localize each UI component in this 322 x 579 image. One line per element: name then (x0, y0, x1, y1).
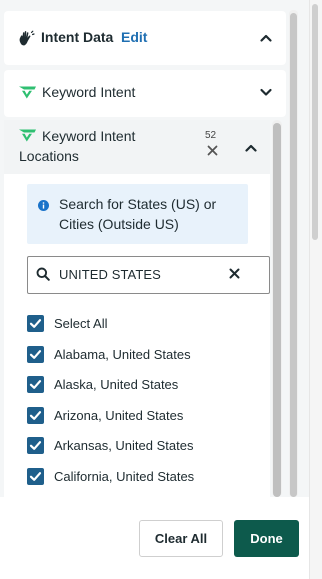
panel-scrollbar-thumb[interactable] (290, 13, 297, 497)
selected-count-badge: 52 (205, 130, 217, 141)
location-list-item[interactable]: California, United States (27, 467, 267, 487)
page-scrollbar-thumb[interactable] (312, 4, 318, 240)
select-all-checkbox-row[interactable]: Select All (27, 314, 267, 334)
location-list-item[interactable]: Arizona, United States (27, 406, 267, 426)
checkbox-checked[interactable] (27, 407, 44, 424)
chevron-up-icon[interactable] (258, 30, 274, 46)
locations-title: Keyword Intent (42, 128, 136, 144)
checkbox-checked[interactable] (27, 346, 44, 363)
info-icon (38, 200, 49, 211)
close-icon[interactable] (207, 145, 218, 156)
checkbox-label: Arizona, United States (54, 408, 184, 423)
chevron-up-icon[interactable] (243, 140, 259, 156)
checkmark-icon (29, 472, 42, 481)
intent-data-title: Intent Data (41, 29, 114, 45)
checkmark-icon (29, 350, 42, 359)
checkbox-checked[interactable] (27, 437, 44, 454)
checkmark-icon (29, 441, 42, 450)
chevron-down-icon[interactable] (258, 84, 274, 100)
checkbox-checked[interactable] (27, 315, 44, 332)
brand-check-icon (19, 86, 36, 99)
checkbox-label: Alaska, United States (54, 377, 179, 392)
checkmark-icon (29, 411, 42, 420)
locations-title-line2: Locations (19, 148, 79, 164)
search-icon (36, 267, 50, 281)
checkmark-icon (29, 319, 42, 328)
search-input[interactable] (59, 264, 219, 284)
brand-check-icon (19, 129, 36, 142)
checkbox-label: Arkansas, United States (54, 438, 194, 453)
checkbox-label: Select All (54, 316, 108, 331)
checkbox-label: Alabama, United States (54, 347, 191, 362)
info-message (27, 184, 248, 244)
locations-scrollbar-thumb[interactable] (273, 123, 281, 497)
location-list-item[interactable]: Alabama, United States (27, 345, 267, 365)
checkmark-icon (29, 380, 42, 389)
keyword-intent-label: Keyword Intent (42, 84, 136, 100)
edit-link[interactable]: Edit (121, 29, 147, 45)
done-button[interactable]: Done (234, 520, 299, 557)
info-text-line2: Cities (Outside US) (59, 216, 179, 232)
location-list-item[interactable]: Arkansas, United States (27, 436, 267, 456)
location-list-item[interactable]: Alaska, United States (27, 375, 267, 395)
hand-wave-icon (19, 30, 35, 46)
clear-search-icon[interactable] (229, 268, 240, 279)
clear-all-button[interactable]: Clear All (139, 520, 223, 557)
info-text-line1: Search for States (US) or (59, 196, 217, 212)
checkbox-checked[interactable] (27, 376, 44, 393)
checkbox-label: California, United States (54, 469, 195, 484)
checkbox-checked[interactable] (27, 468, 44, 485)
